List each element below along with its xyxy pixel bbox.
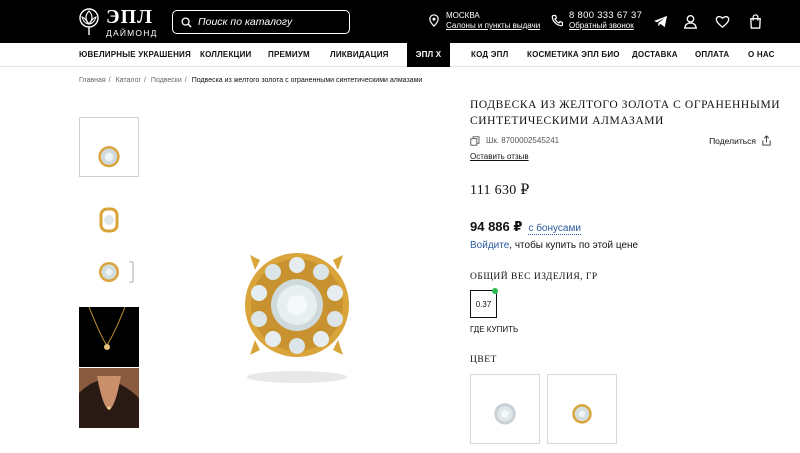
nav-item-epl-x[interactable]: ЭПЛ X (407, 43, 450, 67)
search-input[interactable]: Поиск по каталогу (172, 10, 350, 34)
where-to-buy-link[interactable]: ГДЕ КУПИТЬ (470, 325, 518, 334)
thumbnail-3[interactable] (79, 244, 139, 304)
logo[interactable]: ЭПЛ ДАЙМОНД (78, 6, 160, 38)
thumbnail-4[interactable] (79, 307, 139, 367)
location-pin-icon (429, 14, 439, 27)
share-icon (762, 135, 771, 146)
logo-main-text: ЭПЛ (106, 5, 154, 28)
login-prompt: Войдите, чтобы купить по этой цене (470, 240, 638, 251)
nav-item-code-epl[interactable]: КОД ЭПЛ (471, 43, 508, 67)
pendant-side-image (99, 207, 119, 233)
breadcrumb-current: Подвеска из желтого золота с ограненными… (191, 77, 423, 84)
nav-item-payment[interactable]: ОПЛАТА (695, 43, 729, 67)
share-label: Поделиться (709, 135, 756, 146)
bonus-price: 94 886 ₽ (470, 219, 523, 234)
weight-label: Общий вес изделия, гр (470, 272, 598, 282)
phone-icon (551, 14, 563, 27)
stores-link[interactable]: Салоны и пункты выдачи (446, 21, 540, 31)
callback-link[interactable]: Обратный звонок (569, 21, 642, 31)
nav-item-collections[interactable]: КОЛЛЕКЦИИ (200, 43, 252, 67)
nav-item-premium[interactable]: ПРЕМИУМ (268, 43, 310, 67)
bonus-link[interactable]: с бонусами (528, 223, 581, 235)
share-button[interactable]: Поделиться (709, 135, 772, 146)
color-option-yellow[interactable] (547, 374, 617, 444)
pendant-on-chain-image (88, 307, 126, 350)
store-locator[interactable]: МОСКВА Салоны и пункты выдачи (428, 11, 540, 31)
logo-flower-icon (79, 8, 99, 35)
login-prompt-text: , чтобы купить по этой цене (509, 240, 639, 251)
main-nav: ЮВЕЛИРНЫЕ УКРАШЕНИЯ КОЛЛЕКЦИИ ПРЕМИУМ ЛИ… (0, 43, 800, 67)
copy-icon[interactable] (470, 135, 480, 146)
leave-review-link[interactable]: Оставить отзыв (470, 152, 529, 161)
color-label: Цвет (470, 355, 497, 365)
bonus-price-row: 94 886 ₽ с бонусами (470, 219, 581, 235)
telegram-icon[interactable] (653, 14, 668, 29)
phone-number: 8 800 333 67 37 (569, 10, 643, 21)
thumbnail-5[interactable] (79, 368, 139, 428)
pendant-dimensions-image (99, 261, 134, 283)
nav-item-about[interactable]: О НАС (748, 43, 775, 67)
nav-item-cosmetics[interactable]: КОСМЕТИКА ЭПЛ БИО (527, 43, 620, 67)
main-product-image (245, 253, 349, 383)
phone-block[interactable]: 8 800 333 67 37 Обратный звонок (551, 11, 642, 31)
city-label: МОСКВА (446, 11, 480, 20)
regular-price: 111 630 ₽ (470, 183, 530, 198)
search-icon (181, 16, 192, 28)
breadcrumb-home[interactable]: Главная (79, 77, 106, 84)
model-wearing-image (79, 368, 139, 428)
color-option-white[interactable] (470, 374, 540, 444)
top-header: ЭПЛ ДАЙМОНД Поиск по каталогу МОСКВА Сал… (0, 0, 800, 43)
breadcrumb-catalog[interactable]: Каталог (116, 77, 141, 84)
sku-text: Шк. 8700002545241 (486, 136, 560, 145)
login-link[interactable]: Войдите (470, 240, 509, 251)
heart-icon[interactable] (715, 14, 730, 29)
in-stock-dot (492, 288, 498, 294)
sku-row: Шк. 8700002545241 Поделиться (470, 135, 772, 146)
white-gold-pendant-image (494, 403, 516, 425)
nav-item-delivery[interactable]: ДОСТАВКА (632, 43, 678, 67)
product-title: Подвеска из желтого золота с ограненными… (470, 99, 781, 127)
yellow-gold-pendant-image (572, 404, 592, 424)
weight-option[interactable]: 0.37 (470, 290, 497, 318)
user-icon[interactable] (683, 14, 698, 29)
search-placeholder: Поиск по каталогу (198, 16, 293, 28)
breadcrumb-pendants[interactable]: Подвески (151, 77, 182, 84)
thumbnail-2[interactable] (79, 190, 139, 250)
pendant-front-image (98, 146, 120, 168)
nav-item-liquidation[interactable]: ЛИКВИДАЦИЯ (330, 43, 389, 67)
nav-item-jewelry[interactable]: ЮВЕЛИРНЫЕ УКРАШЕНИЯ (79, 43, 191, 67)
logo-sub-text: ДАЙМОНД (106, 27, 158, 38)
cart-icon[interactable] (748, 14, 763, 29)
thumbnail-1[interactable] (79, 117, 139, 177)
breadcrumb: Главная / Каталог / Подвески / Подвеска из … (79, 77, 423, 84)
